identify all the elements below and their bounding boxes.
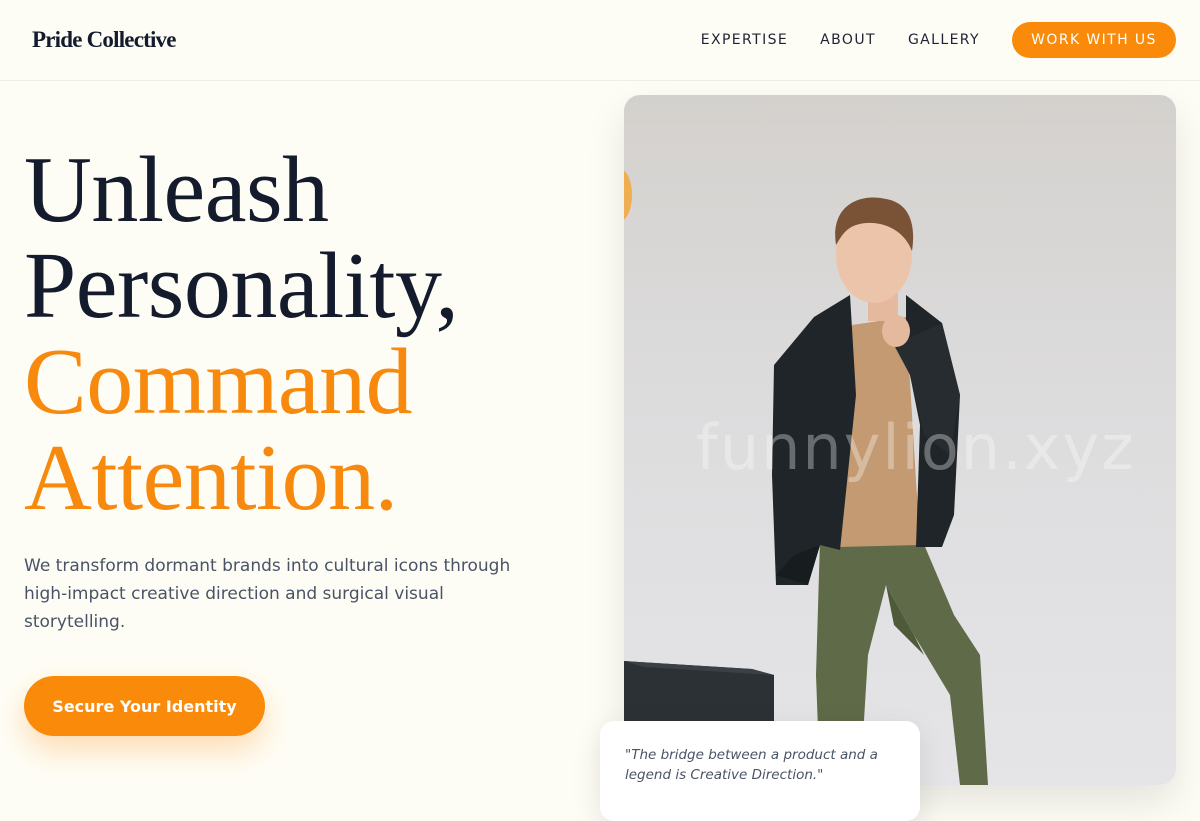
secure-identity-button[interactable]: Secure Your Identity <box>24 676 265 736</box>
headline-line-2: Personality, <box>24 234 459 338</box>
quote-card: "The bridge between a product and a lege… <box>600 721 920 821</box>
hero-headline: Unleash Personality, Command Attention. <box>24 138 459 530</box>
image-watermark: funnylion.xyz <box>696 411 1136 484</box>
brand-logo[interactable]: Pride Collective <box>32 27 176 53</box>
headline-line-1: Unleash <box>24 138 329 242</box>
work-with-us-button[interactable]: WORK WITH US <box>1012 22 1176 58</box>
site-header: Pride Collective EXPERTISE ABOUT GALLERY… <box>0 0 1200 81</box>
headline-line-3: Command <box>24 330 413 434</box>
nav-link-gallery[interactable]: GALLERY <box>908 32 980 48</box>
nav-link-about[interactable]: ABOUT <box>820 32 876 48</box>
quote-text: "The bridge between a product and a lege… <box>625 747 878 783</box>
hero-description: We transform dormant brands into cultura… <box>24 556 511 632</box>
headline-line-4: Attention. <box>24 426 398 530</box>
main-nav: EXPERTISE ABOUT GALLERY WORK WITH US <box>701 22 1176 58</box>
hero-photo: funnylion.xyz <box>624 95 1176 785</box>
nav-link-expertise[interactable]: EXPERTISE <box>701 32 788 48</box>
